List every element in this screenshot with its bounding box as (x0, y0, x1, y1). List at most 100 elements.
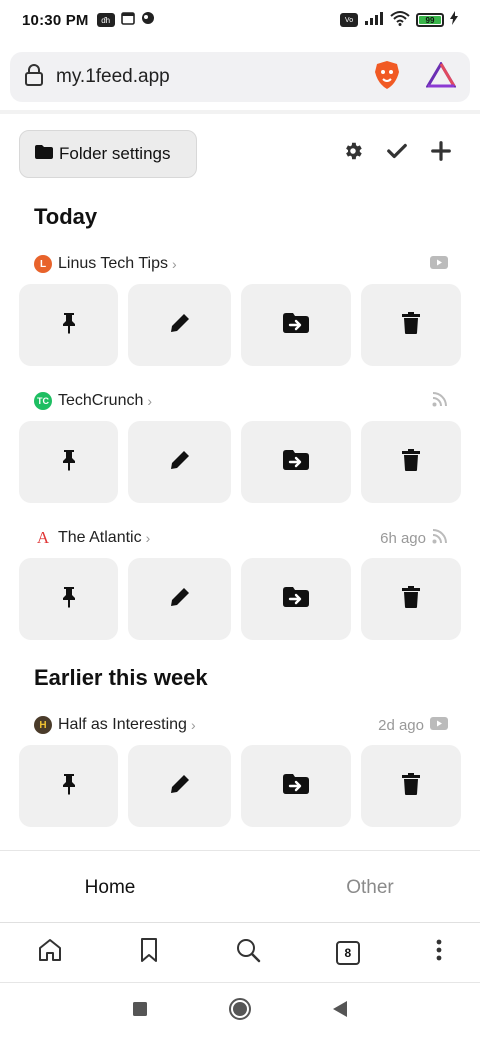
folder-icon (35, 144, 53, 164)
edit-button[interactable] (128, 284, 231, 366)
delete-button[interactable] (361, 421, 461, 503)
pin-icon (61, 312, 77, 339)
folder-move-icon (283, 586, 309, 612)
move-to-folder-button[interactable] (241, 284, 351, 366)
feed-source-row[interactable]: TC TechCrunch › (34, 389, 448, 413)
edit-button[interactable] (128, 745, 231, 827)
pencil-icon (169, 773, 191, 800)
rss-icon (432, 528, 448, 548)
source-name[interactable]: Half as Interesting (58, 716, 187, 734)
tab-switcher-button[interactable]: 8 (335, 940, 360, 965)
browser-toolbar: 8 (0, 922, 480, 982)
calendar-icon (120, 11, 135, 29)
home-icon[interactable] (37, 937, 63, 968)
pencil-icon (169, 586, 191, 613)
charging-icon (450, 11, 458, 29)
folder-move-icon (283, 449, 309, 475)
toolbar-actions (342, 140, 452, 167)
folder-settings-button[interactable]: Folder settings (19, 130, 197, 178)
brave-shield-icon[interactable] (374, 60, 400, 95)
section-title-today: Today (34, 204, 98, 229)
youtube-icon (430, 716, 448, 734)
item-actions (19, 421, 461, 503)
pin-button[interactable] (19, 421, 118, 503)
source-logo-icon: L (34, 255, 52, 273)
pencil-icon (169, 312, 191, 339)
tab-home[interactable]: Home (0, 862, 240, 914)
source-name[interactable]: TechCrunch (58, 392, 143, 410)
item-actions (19, 284, 461, 366)
pin-button[interactable] (19, 745, 118, 827)
delete-button[interactable] (361, 284, 461, 366)
checkmark-icon[interactable] (386, 140, 408, 167)
chevron-right-icon: › (145, 530, 151, 546)
pencil-icon (169, 449, 191, 476)
pin-button[interactable] (19, 558, 118, 640)
pin-icon (61, 449, 77, 476)
back-icon[interactable] (332, 1000, 348, 1023)
source-logo-icon: TC (34, 392, 52, 410)
recents-icon[interactable] (132, 1001, 148, 1022)
plus-icon[interactable] (430, 140, 452, 167)
lock-icon[interactable] (24, 63, 44, 91)
source-name[interactable]: Linus Tech Tips (58, 255, 168, 273)
section-title-earlier-this-week: Earlier this week (34, 665, 208, 690)
system-nav-bar (0, 982, 480, 1040)
divider (0, 850, 480, 851)
url-text[interactable]: my.1feed.app (56, 66, 170, 88)
tab-other-label: Other (346, 877, 394, 898)
chevron-right-icon: › (147, 393, 153, 409)
battery-level: 99 (425, 15, 435, 25)
chevron-right-icon: › (172, 256, 177, 272)
brave-rewards-icon[interactable] (425, 60, 457, 93)
trash-icon (402, 585, 420, 613)
tab-other[interactable]: Other (240, 862, 480, 914)
search-icon[interactable] (235, 937, 261, 968)
edit-button[interactable] (128, 558, 231, 640)
divider (0, 110, 480, 114)
item-actions (19, 745, 461, 827)
tab-count: 8 (344, 945, 352, 960)
wifi-icon (390, 10, 410, 30)
feed-source-row[interactable]: L Linus Tech Tips › (34, 252, 448, 276)
feed-source-row[interactable]: A The Atlantic › 6h ago (34, 526, 448, 550)
delete-button[interactable] (361, 745, 461, 827)
source-logo-icon: A (36, 528, 50, 547)
home-circle-icon[interactable] (228, 997, 252, 1026)
folder-settings-label: Folder settings (59, 144, 171, 163)
youtube-icon (430, 255, 448, 273)
pin-button[interactable] (19, 284, 118, 366)
status-bar: 10:30 PM ɗh Vo 99 (0, 0, 480, 40)
address-bar[interactable]: my.1feed.app (10, 52, 470, 102)
pin-icon (61, 773, 77, 800)
gear-icon[interactable] (342, 140, 364, 167)
volte-icon: Vo (340, 13, 358, 27)
app-notification-icon (141, 11, 155, 29)
app-tab-bar: Home Other (0, 862, 480, 914)
item-time: 2d ago (378, 716, 424, 734)
battery-icon: 99 (416, 13, 444, 27)
chevron-right-icon: › (190, 717, 196, 733)
folder-move-icon (283, 773, 309, 799)
move-to-folder-button[interactable] (241, 421, 351, 503)
move-to-folder-button[interactable] (241, 558, 351, 640)
signal-icon (364, 11, 384, 29)
source-name[interactable]: The Atlantic (58, 529, 142, 547)
status-time: 10:30 PM (22, 11, 89, 29)
bookmark-icon[interactable] (138, 937, 160, 968)
edit-button[interactable] (128, 421, 231, 503)
notification-icon: ɗh (96, 13, 115, 27)
folder-move-icon (283, 312, 309, 338)
trash-icon (402, 311, 420, 339)
tab-home-label: Home (84, 877, 136, 898)
trash-icon (402, 772, 420, 800)
more-menu-icon[interactable] (435, 938, 443, 967)
trash-icon (402, 448, 420, 476)
move-to-folder-button[interactable] (241, 745, 351, 827)
pin-icon (61, 586, 77, 613)
feed-source-row[interactable]: H Half as Interesting › 2d ago (34, 713, 448, 737)
item-actions (19, 558, 461, 640)
source-logo-icon: H (34, 716, 52, 734)
rss-icon (432, 391, 448, 411)
delete-button[interactable] (361, 558, 461, 640)
